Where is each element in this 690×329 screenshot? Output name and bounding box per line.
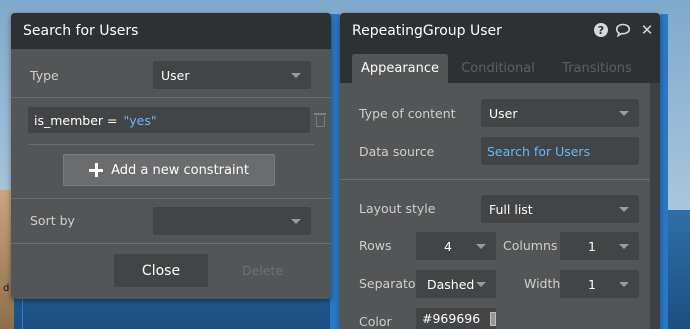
chevron-down-icon [619, 207, 629, 212]
type-label: Type [30, 68, 59, 83]
selection-bar-left [330, 14, 340, 329]
layout-style-value: Full list [489, 201, 533, 217]
chevron-down-icon [291, 73, 301, 78]
type-of-content-value: User [489, 105, 518, 121]
rg-panel-header[interactable]: RepeatingGroup User [340, 13, 660, 49]
constraint-value[interactable]: "yes" [124, 113, 157, 128]
chevron-down-icon [619, 244, 629, 249]
divider [11, 198, 331, 199]
background-edge-text: d [3, 283, 10, 294]
color-swatch[interactable] [490, 311, 496, 326]
type-dropdown[interactable]: User [153, 61, 311, 89]
chevron-down-icon [619, 111, 629, 116]
repeating-group-panel: RepeatingGroup User ? ✕ Appearance Condi… [340, 13, 660, 329]
tab-appearance-label: Appearance [360, 61, 440, 76]
search-for-users-panel: Search for Users Type User is_member = "… [11, 13, 331, 299]
type-of-content-label: Type of content [359, 106, 456, 121]
color-picker[interactable]: #969696 [416, 308, 496, 329]
constraint-field: is_member = [34, 112, 118, 128]
search-panel-title: Search for Users [23, 23, 139, 39]
data-source-label: Data source [359, 144, 435, 159]
divider [340, 179, 650, 180]
color-value: #969696 [422, 311, 481, 326]
width-dropdown[interactable]: 1 [560, 270, 639, 298]
data-source-value[interactable]: Search for Users [487, 144, 590, 159]
tab-transitions[interactable]: Transitions [552, 54, 642, 83]
divider [11, 243, 331, 244]
close-button[interactable]: Close [114, 254, 208, 287]
tab-bar: Appearance Conditional Transitions [340, 49, 660, 83]
separator-dropdown[interactable]: Dashed [416, 270, 496, 298]
rg-panel-title: RepeatingGroup User [352, 23, 502, 39]
add-constraint-button[interactable]: Add a new constraint [63, 154, 275, 186]
rows-dropdown[interactable]: 4 [416, 232, 496, 260]
help-icon[interactable]: ? [594, 23, 608, 37]
chevron-down-icon [476, 282, 486, 287]
comment-icon[interactable] [615, 22, 631, 38]
data-source-field[interactable]: Search for Users [481, 137, 639, 165]
chevron-down-icon [291, 219, 301, 224]
sort-by-label: Sort by [30, 213, 75, 228]
columns-label: Columns [503, 238, 558, 253]
separator-label: Separator [359, 276, 421, 291]
tab-conditional-label: Conditional [461, 61, 535, 76]
divider [28, 144, 314, 145]
selection-bar-right [660, 14, 668, 329]
width-label: Width [524, 276, 561, 291]
layout-style-dropdown[interactable]: Full list [481, 195, 639, 223]
tab-transitions-label: Transitions [562, 61, 632, 76]
trash-icon[interactable] [314, 113, 326, 127]
tab-conditional[interactable]: Conditional [453, 54, 543, 83]
columns-dropdown[interactable]: 1 [560, 232, 639, 260]
color-label: Color [359, 314, 392, 329]
separator-value: Dashed [427, 276, 475, 292]
search-panel-header[interactable]: Search for Users [11, 13, 331, 49]
close-icon[interactable]: ✕ [639, 21, 655, 39]
chevron-down-icon [476, 244, 486, 249]
plus-icon [89, 163, 104, 177]
rows-value: 4 [444, 238, 452, 254]
scrollbar[interactable] [650, 83, 660, 329]
add-constraint-label: Add a new constraint [111, 162, 249, 178]
constraint-row[interactable]: is_member = "yes" [28, 107, 310, 133]
layout-style-label: Layout style [359, 201, 436, 216]
chevron-down-icon [619, 282, 629, 287]
type-of-content-dropdown[interactable]: User [481, 99, 639, 127]
delete-button[interactable]: Delete [242, 263, 283, 278]
columns-value: 1 [588, 238, 596, 254]
sort-by-dropdown[interactable] [153, 207, 311, 235]
close-button-label: Close [141, 262, 181, 279]
rows-label: Rows [359, 238, 392, 253]
width-value: 1 [588, 276, 596, 292]
divider [11, 97, 331, 98]
tab-appearance[interactable]: Appearance [352, 54, 448, 83]
type-dropdown-value: User [161, 67, 190, 83]
